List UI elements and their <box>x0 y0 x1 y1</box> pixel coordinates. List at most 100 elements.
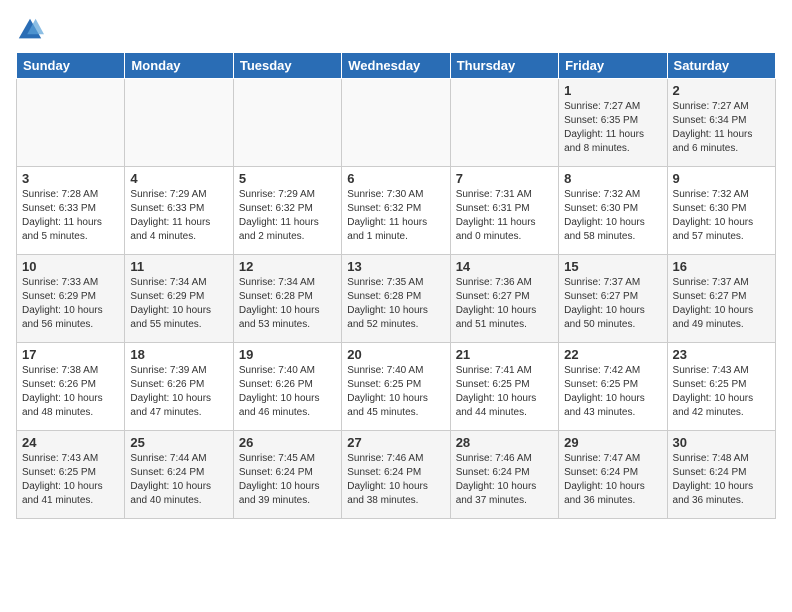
header-row: SundayMondayTuesdayWednesdayThursdayFrid… <box>17 53 776 79</box>
day-cell: 6Sunrise: 7:30 AM Sunset: 6:32 PM Daylig… <box>342 167 450 255</box>
day-info: Sunrise: 7:43 AM Sunset: 6:25 PM Dayligh… <box>22 452 119 508</box>
logo-icon <box>16 16 44 44</box>
day-info: Sunrise: 7:36 AM Sunset: 6:27 PM Dayligh… <box>456 276 553 332</box>
day-cell: 9 Sunrise: 7:32 AM Sunset: 6:30 PM Daylig… <box>667 167 775 255</box>
column-header-monday: Monday <box>125 53 233 79</box>
day-cell: 3 Sunrise: 7:28 AM Sunset: 6:33 PM Daylig… <box>17 167 125 255</box>
day-number: 29 <box>564 435 661 450</box>
day-info: Sunrise: 7:42 AM Sunset: 6:25 PM Dayligh… <box>564 364 661 420</box>
day-number: 5 <box>239 171 336 186</box>
day-info: Sunrise: 7:47 AM Sunset: 6:24 PM Dayligh… <box>564 452 661 508</box>
day-info: Sunrise: 7:33 AM Sunset: 6:29 PM Dayligh… <box>22 276 119 332</box>
week-row-3: 10 Sunrise: 7:33 AM Sunset: 6:29 PM Dayli… <box>17 255 776 343</box>
column-header-sunday: Sunday <box>17 53 125 79</box>
day-number: 20 <box>347 347 444 362</box>
day-cell: 4 Sunrise: 7:29 AM Sunset: 6:33 PM Daylig… <box>125 167 233 255</box>
day-number: 28 <box>456 435 553 450</box>
day-number: 14 <box>456 259 553 274</box>
day-info: Sunrise: 7:44 AM Sunset: 6:24 PM Dayligh… <box>130 452 227 508</box>
day-number: 13 <box>347 259 444 274</box>
day-cell <box>342 79 450 167</box>
day-number: 30 <box>673 435 770 450</box>
day-info: Sunrise: 7:45 AM Sunset: 6:24 PM Dayligh… <box>239 452 336 508</box>
day-cell <box>125 79 233 167</box>
day-number: 3 <box>22 171 119 186</box>
day-info: Sunrise: 7:27 AM Sunset: 6:34 PM Dayligh… <box>673 100 770 156</box>
day-info: Sunrise: 7:37 AM Sunset: 6:27 PM Dayligh… <box>673 276 770 332</box>
day-cell: 11Sunrise: 7:34 AM Sunset: 6:29 PM Dayli… <box>125 255 233 343</box>
day-number: 1 <box>564 83 661 98</box>
day-cell: 2 Sunrise: 7:27 AM Sunset: 6:34 PM Daylig… <box>667 79 775 167</box>
logo <box>16 16 48 44</box>
day-info: Sunrise: 7:48 AM Sunset: 6:24 PM Dayligh… <box>673 452 770 508</box>
day-cell: 20 Sunrise: 7:40 AM Sunset: 6:25 PM Dayli… <box>342 343 450 431</box>
day-info: Sunrise: 7:46 AM Sunset: 6:24 PM Dayligh… <box>347 452 444 508</box>
day-cell: 23 Sunrise: 7:43 AM Sunset: 6:25 PM Dayli… <box>667 343 775 431</box>
day-info: Sunrise: 7:34 AM Sunset: 6:28 PM Dayligh… <box>239 276 336 332</box>
day-cell: 15 Sunrise: 7:37 AM Sunset: 6:27 PM Dayli… <box>559 255 667 343</box>
day-info: Sunrise: 7:38 AM Sunset: 6:26 PM Dayligh… <box>22 364 119 420</box>
week-row-2: 3 Sunrise: 7:28 AM Sunset: 6:33 PM Daylig… <box>17 167 776 255</box>
day-cell <box>17 79 125 167</box>
day-number: 21 <box>456 347 553 362</box>
day-cell <box>450 79 558 167</box>
day-info: Sunrise: 7:35 AM Sunset: 6:28 PM Dayligh… <box>347 276 444 332</box>
day-number: 2 <box>673 83 770 98</box>
day-cell: 24Sunrise: 7:43 AM Sunset: 6:25 PM Dayli… <box>17 431 125 519</box>
day-cell: 30 Sunrise: 7:48 AM Sunset: 6:24 PM Dayli… <box>667 431 775 519</box>
day-cell: 5Sunrise: 7:29 AM Sunset: 6:32 PM Daylig… <box>233 167 341 255</box>
day-cell <box>233 79 341 167</box>
day-cell: 27 Sunrise: 7:46 AM Sunset: 6:24 PM Dayli… <box>342 431 450 519</box>
day-cell: 21 Sunrise: 7:41 AM Sunset: 6:25 PM Dayli… <box>450 343 558 431</box>
week-row-1: 1 Sunrise: 7:27 AM Sunset: 6:35 PM Daylig… <box>17 79 776 167</box>
day-number: 25 <box>130 435 227 450</box>
day-number: 12 <box>239 259 336 274</box>
day-cell: 12 Sunrise: 7:34 AM Sunset: 6:28 PM Dayli… <box>233 255 341 343</box>
day-number: 16 <box>673 259 770 274</box>
day-info: Sunrise: 7:32 AM Sunset: 6:30 PM Dayligh… <box>564 188 661 244</box>
header <box>16 16 776 44</box>
day-info: Sunrise: 7:32 AM Sunset: 6:30 PM Dayligh… <box>673 188 770 244</box>
day-cell: 26 Sunrise: 7:45 AM Sunset: 6:24 PM Dayli… <box>233 431 341 519</box>
week-row-5: 24Sunrise: 7:43 AM Sunset: 6:25 PM Dayli… <box>17 431 776 519</box>
day-number: 19 <box>239 347 336 362</box>
day-cell: 25 Sunrise: 7:44 AM Sunset: 6:24 PM Dayli… <box>125 431 233 519</box>
day-cell: 29 Sunrise: 7:47 AM Sunset: 6:24 PM Dayli… <box>559 431 667 519</box>
day-info: Sunrise: 7:31 AM Sunset: 6:31 PM Dayligh… <box>456 188 553 244</box>
day-cell: 10 Sunrise: 7:33 AM Sunset: 6:29 PM Dayli… <box>17 255 125 343</box>
day-info: Sunrise: 7:27 AM Sunset: 6:35 PM Dayligh… <box>564 100 661 156</box>
day-number: 6 <box>347 171 444 186</box>
calendar-table: SundayMondayTuesdayWednesdayThursdayFrid… <box>16 52 776 519</box>
day-number: 23 <box>673 347 770 362</box>
day-number: 26 <box>239 435 336 450</box>
day-number: 27 <box>347 435 444 450</box>
day-cell: 22 Sunrise: 7:42 AM Sunset: 6:25 PM Dayli… <box>559 343 667 431</box>
day-info: Sunrise: 7:37 AM Sunset: 6:27 PM Dayligh… <box>564 276 661 332</box>
day-number: 15 <box>564 259 661 274</box>
column-header-wednesday: Wednesday <box>342 53 450 79</box>
day-cell: 1 Sunrise: 7:27 AM Sunset: 6:35 PM Daylig… <box>559 79 667 167</box>
day-number: 4 <box>130 171 227 186</box>
day-number: 10 <box>22 259 119 274</box>
column-header-thursday: Thursday <box>450 53 558 79</box>
day-number: 17 <box>22 347 119 362</box>
column-header-tuesday: Tuesday <box>233 53 341 79</box>
day-number: 11 <box>130 259 227 274</box>
day-info: Sunrise: 7:40 AM Sunset: 6:26 PM Dayligh… <box>239 364 336 420</box>
day-cell: 14 Sunrise: 7:36 AM Sunset: 6:27 PM Dayli… <box>450 255 558 343</box>
week-row-4: 17 Sunrise: 7:38 AM Sunset: 6:26 PM Dayli… <box>17 343 776 431</box>
day-info: Sunrise: 7:29 AM Sunset: 6:33 PM Dayligh… <box>130 188 227 244</box>
day-cell: 28 Sunrise: 7:46 AM Sunset: 6:24 PM Dayli… <box>450 431 558 519</box>
day-number: 22 <box>564 347 661 362</box>
day-number: 9 <box>673 171 770 186</box>
column-header-friday: Friday <box>559 53 667 79</box>
day-info: Sunrise: 7:41 AM Sunset: 6:25 PM Dayligh… <box>456 364 553 420</box>
column-header-saturday: Saturday <box>667 53 775 79</box>
day-cell: 18Sunrise: 7:39 AM Sunset: 6:26 PM Dayli… <box>125 343 233 431</box>
day-cell: 17 Sunrise: 7:38 AM Sunset: 6:26 PM Dayli… <box>17 343 125 431</box>
day-info: Sunrise: 7:28 AM Sunset: 6:33 PM Dayligh… <box>22 188 119 244</box>
day-info: Sunrise: 7:46 AM Sunset: 6:24 PM Dayligh… <box>456 452 553 508</box>
day-cell: 7Sunrise: 7:31 AM Sunset: 6:31 PM Daylig… <box>450 167 558 255</box>
day-info: Sunrise: 7:40 AM Sunset: 6:25 PM Dayligh… <box>347 364 444 420</box>
day-info: Sunrise: 7:43 AM Sunset: 6:25 PM Dayligh… <box>673 364 770 420</box>
